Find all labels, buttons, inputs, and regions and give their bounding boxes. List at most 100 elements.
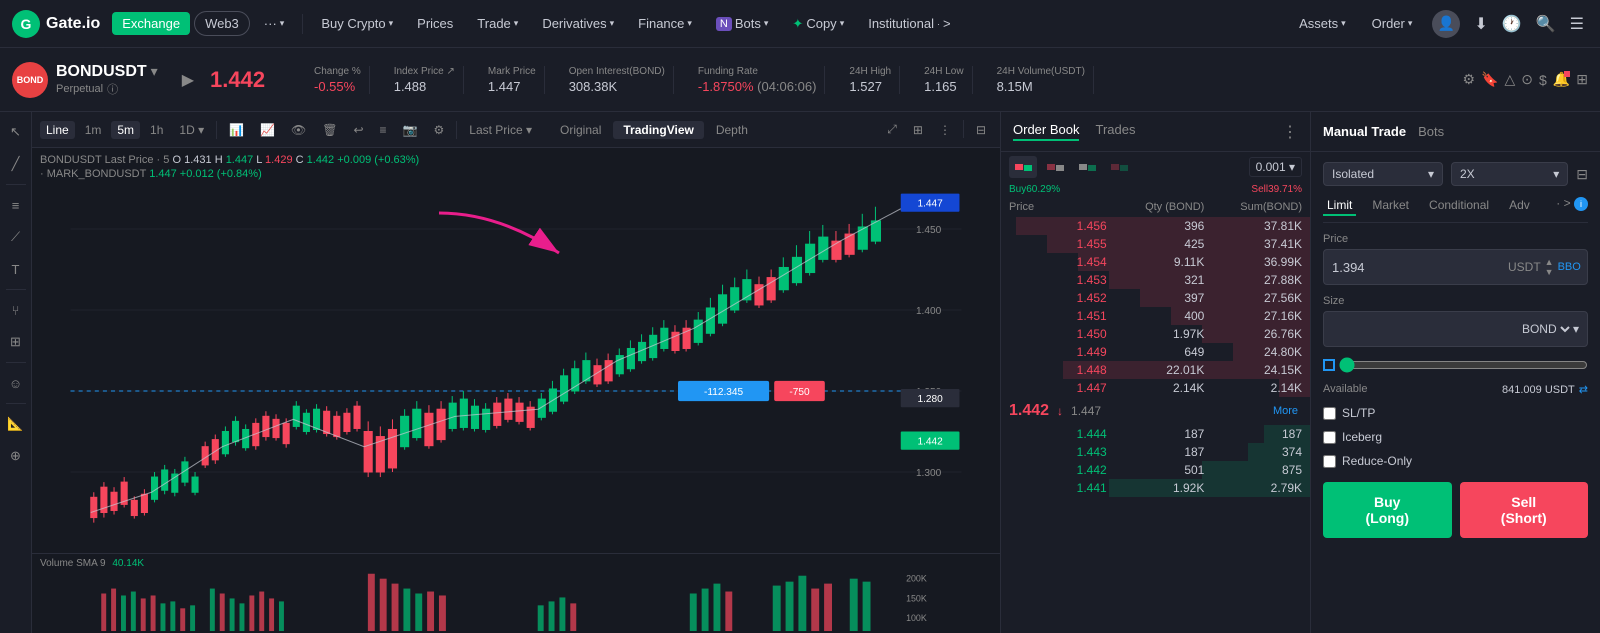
exchange-nav-btn[interactable]: Exchange — [112, 12, 190, 35]
ob-ask-row[interactable]: 1.447 2.14K 2.14K — [1001, 379, 1310, 397]
bots-nav-btn[interactable]: N Bots ▾ — [706, 12, 779, 35]
parallel-lines-tool[interactable]: ≡ — [4, 193, 28, 217]
line-tool[interactable]: ╱ — [4, 152, 28, 176]
buy-long-btn[interactable]: Buy (Long) — [1323, 482, 1452, 538]
settings-btn[interactable]: ⚙ — [428, 121, 451, 139]
adv-tab[interactable]: Adv — [1505, 196, 1534, 216]
ob-view-both-btn[interactable] — [1009, 156, 1037, 178]
ob-more-btn[interactable]: More — [1269, 401, 1302, 421]
ob-ask-row[interactable]: 1.455 425 37.41K — [1001, 235, 1310, 253]
size-currency-select[interactable]: BOND USDT — [1518, 321, 1573, 337]
order-nav-btn[interactable]: Order ▾ — [1362, 12, 1423, 35]
fullscreen-btn[interactable]: ⤢ — [881, 120, 903, 139]
order-book-tab[interactable]: Order Book — [1013, 122, 1079, 141]
ob-view-alt-btn[interactable] — [1105, 156, 1133, 178]
ray-tool[interactable]: ⟋ — [4, 225, 28, 249]
alert-icon[interactable]: △ — [1505, 71, 1516, 88]
ob-ask-row[interactable]: 1.453 321 27.88K — [1001, 271, 1310, 289]
trade-nav-btn[interactable]: Trade ▾ — [467, 12, 528, 35]
ob-bid-row[interactable]: 1.443 187 374 — [1001, 443, 1310, 461]
cursor-tool[interactable]: ↖ — [4, 120, 28, 144]
limit-tab[interactable]: Limit — [1323, 196, 1356, 216]
prices-nav-btn[interactable]: Prices — [407, 12, 463, 35]
timer-icon[interactable]: ⊙ — [1521, 71, 1533, 88]
menu-icon[interactable]: ☰ — [1566, 10, 1588, 38]
web3-nav-btn[interactable]: Web3 — [194, 11, 250, 36]
more-btn[interactable]: ⋮ — [933, 120, 957, 139]
zoom-tool[interactable]: ⊕ — [4, 444, 28, 468]
fork-tool[interactable]: ⑂ — [4, 298, 28, 322]
ob-precision-selector[interactable]: 0.001 ▾ — [1249, 157, 1302, 177]
price-type-btn[interactable]: Last Price ▾ — [463, 121, 538, 139]
grid-btn[interactable]: ⊞ — [907, 120, 929, 139]
1m-interval-btn[interactable]: 1m — [79, 121, 108, 139]
manual-trade-tab[interactable]: Manual Trade — [1323, 124, 1406, 139]
ob-bid-row[interactable]: 1.444 187 187 — [1001, 425, 1310, 443]
price-step-up[interactable]: ▲ — [1545, 258, 1554, 267]
bots-tab[interactable]: Bots — [1418, 124, 1444, 139]
ob-ask-row[interactable]: 1.456 396 37.81K — [1001, 217, 1310, 235]
strategy-btn[interactable]: 📈 — [254, 121, 281, 139]
ob-ask-row[interactable]: 1.448 22.01K 24.15K — [1001, 361, 1310, 379]
list-btn[interactable]: ≡ — [374, 121, 393, 139]
sell-short-btn[interactable]: Sell (Short) — [1460, 482, 1589, 538]
isolated-select[interactable]: Isolated ▾ — [1323, 162, 1443, 186]
pair-dropdown-icon[interactable]: ▾ — [151, 63, 158, 80]
depth-tab[interactable]: Depth — [706, 121, 758, 139]
search-icon[interactable]: 🔍 — [1532, 10, 1560, 38]
buy-crypto-nav-btn[interactable]: Buy Crypto ▾ — [311, 12, 403, 35]
original-tab[interactable]: Original — [550, 121, 611, 139]
ob-bid-row[interactable]: 1.442 501 875 — [1001, 461, 1310, 479]
apps-nav-btn[interactable]: ··· ▾ — [254, 12, 295, 35]
clock-icon[interactable]: 🕐 — [1498, 10, 1526, 38]
assets-nav-btn[interactable]: Assets ▾ — [1289, 12, 1356, 35]
trash-btn[interactable]: 🗑 — [316, 121, 343, 139]
institutional-nav-btn[interactable]: Institutional · > — [858, 12, 960, 35]
5m-interval-btn[interactable]: 5m — [111, 121, 140, 139]
layout-icon[interactable]: ⊞ — [1576, 71, 1588, 88]
order-book-menu-btn[interactable]: ⋮ — [1282, 122, 1298, 142]
price-input[interactable] — [1332, 260, 1508, 275]
indicator-btn[interactable]: 📊 — [223, 121, 250, 139]
ob-view-buy-btn[interactable] — [1073, 156, 1101, 178]
bbo-btn[interactable]: BBO — [1558, 261, 1581, 273]
camera-btn[interactable]: 📷 — [397, 121, 424, 139]
dollar-icon[interactable]: $ — [1539, 71, 1547, 88]
refresh-icon[interactable]: ⇄ — [1579, 383, 1588, 396]
ob-ask-row[interactable]: 1.450 1.97K 26.76K — [1001, 325, 1310, 343]
play-icon[interactable]: ▶ — [182, 70, 194, 90]
avatar-btn[interactable]: 👤 — [1428, 6, 1464, 42]
iceberg-checkbox[interactable] — [1323, 431, 1336, 444]
ob-bid-row[interactable]: 1.441 1.92K 2.79K — [1001, 479, 1310, 497]
price-step-down[interactable]: ▼ — [1545, 268, 1554, 277]
calculator-icon[interactable]: ⊟ — [1576, 166, 1588, 183]
order-type-more-btn[interactable]: · > i — [1556, 196, 1588, 216]
pattern-tool[interactable]: ⊞ — [4, 330, 28, 354]
leverage-select[interactable]: 2X ▾ — [1451, 162, 1568, 186]
eye-btn[interactable]: 👁 — [285, 121, 312, 139]
reduce-only-checkbox[interactable] — [1323, 455, 1336, 468]
1h-interval-btn[interactable]: 1h — [144, 121, 169, 139]
line-interval-btn[interactable]: Line — [40, 121, 75, 139]
1d-interval-btn[interactable]: 1D ▾ — [173, 121, 210, 139]
trades-tab[interactable]: Trades — [1095, 122, 1135, 141]
panel-layout-btn[interactable]: ⊟ — [970, 120, 992, 139]
logo[interactable]: G Gate.io — [12, 10, 100, 38]
tradingview-tab[interactable]: TradingView — [613, 121, 703, 139]
sl-tp-checkbox[interactable] — [1323, 407, 1336, 420]
size-input[interactable] — [1332, 322, 1518, 337]
measure-tool[interactable]: 📐 — [4, 412, 28, 436]
finance-nav-btn[interactable]: Finance ▾ — [628, 12, 702, 35]
chart-main[interactable]: BONDUSDT Last Price · 5 O 1.431 H 1.447 … — [32, 148, 1000, 633]
derivatives-nav-btn[interactable]: Derivatives ▾ — [532, 12, 624, 35]
ob-view-sell-btn[interactable] — [1041, 156, 1069, 178]
replay-btn[interactable]: ↩ — [347, 121, 369, 139]
text-tool[interactable]: T — [4, 257, 28, 281]
ob-ask-row[interactable]: 1.454 9.11K 36.99K — [1001, 253, 1310, 271]
conditional-tab[interactable]: Conditional — [1425, 196, 1493, 216]
bookmark-icon[interactable]: 🔖 — [1481, 71, 1498, 88]
bell-icon[interactable]: 🔔 — [1553, 71, 1570, 88]
ob-ask-row[interactable]: 1.452 397 27.56K — [1001, 289, 1310, 307]
emoji-tool[interactable]: ☺ — [4, 371, 28, 395]
filter-icon[interactable]: ⚙ — [1463, 71, 1476, 88]
